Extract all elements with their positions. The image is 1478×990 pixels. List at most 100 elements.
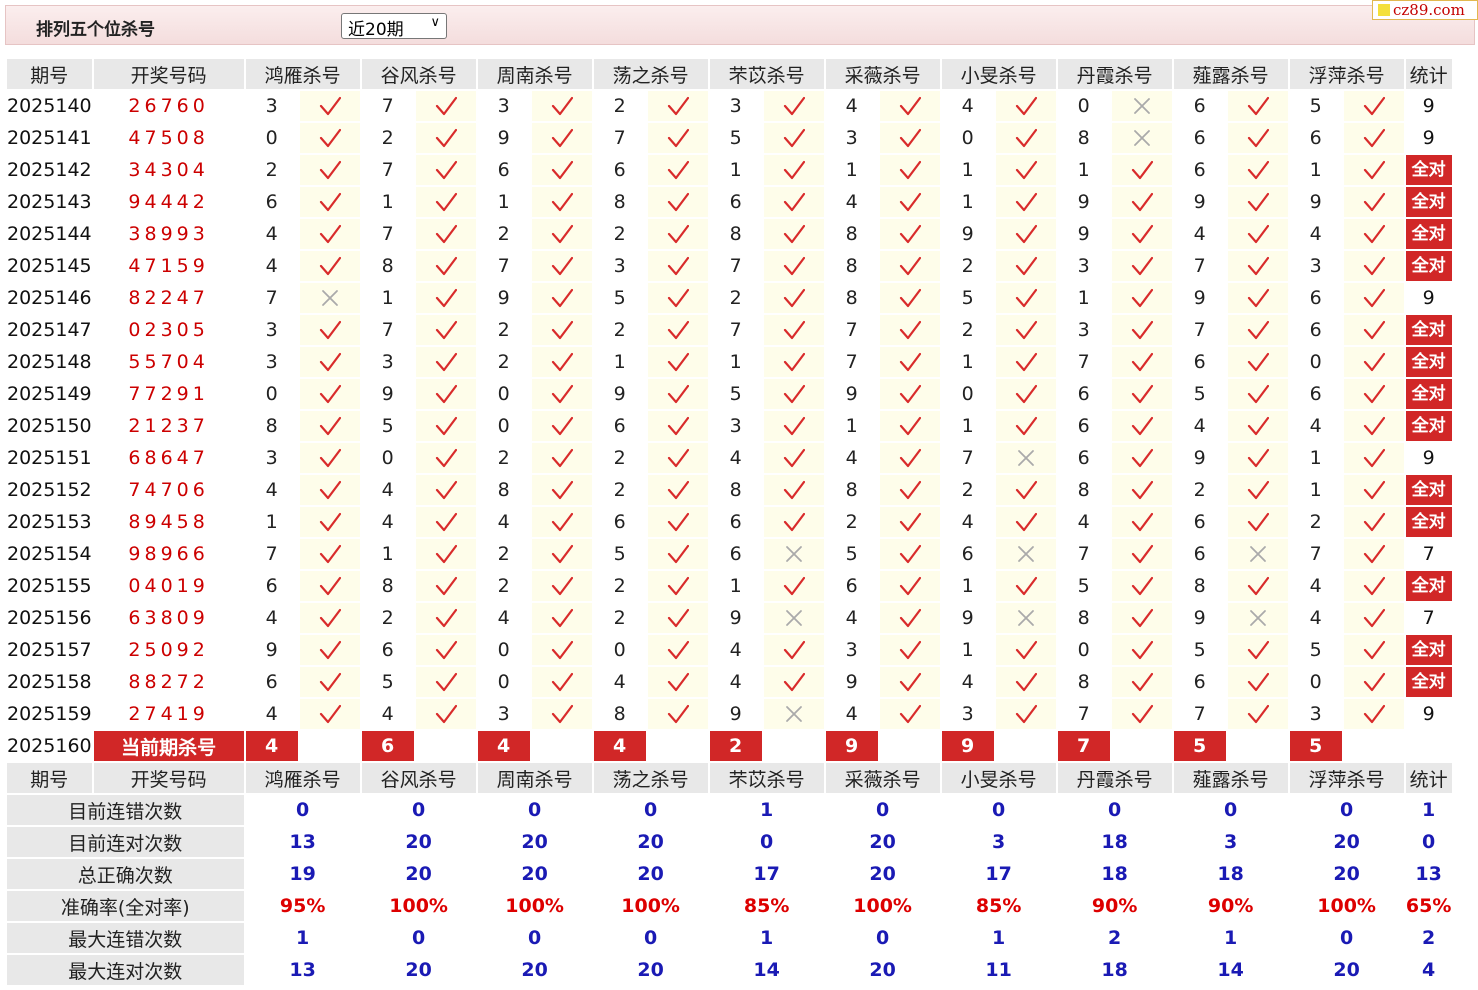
summary-value: 20 — [521, 863, 548, 885]
period-cell: 2025150 — [7, 411, 92, 441]
result-mark-cell — [1343, 635, 1404, 665]
result-mark-cell — [879, 475, 940, 505]
kill-number-cell: 4 — [1289, 571, 1342, 601]
period-range-select[interactable]: 近20期 ∨ — [341, 13, 447, 40]
table-row: 2025154 98966 7 1 2 5 6 5 6 7 6 7 7 — [7, 539, 1452, 569]
kill-number-cell: 6 — [593, 155, 646, 185]
kill-number-cell: 0 — [1057, 91, 1110, 121]
check-icon — [783, 641, 805, 660]
check-icon — [1015, 353, 1037, 372]
kill-number-cell: 2 — [825, 507, 878, 537]
kill-number-cell: 8 — [825, 251, 878, 281]
result-mark-cell — [531, 379, 592, 409]
period-cell: 2025157 — [7, 635, 92, 665]
kill-number-cell: 9 — [941, 603, 994, 633]
kill-number-cell: 4 — [245, 603, 298, 633]
check-icon — [783, 353, 805, 372]
draw-number-cell: 63809 — [128, 607, 209, 629]
kill-number-cell: 1 — [477, 187, 530, 217]
kill-number-cell: 4 — [245, 219, 298, 249]
current-kill-number: 5 — [1289, 731, 1342, 761]
table-row: 2025140 26760 3 7 3 2 3 4 4 0 6 5 9 — [7, 91, 1452, 121]
kill-number-cell: 5 — [1289, 635, 1342, 665]
col-header-expert: 采薇杀号 — [825, 59, 940, 89]
check-icon — [1363, 481, 1385, 500]
result-mark-cell — [763, 251, 824, 281]
result-mark-cell — [531, 507, 592, 537]
draw-number-cell: 68647 — [128, 447, 209, 469]
check-icon — [551, 257, 573, 276]
result-mark-cell — [647, 219, 708, 249]
result-mark-cell — [647, 571, 708, 601]
logo-square-icon — [1378, 4, 1390, 16]
check-icon — [783, 129, 805, 148]
all-correct-badge: 全对 — [1405, 571, 1452, 601]
kill-number-cell: 8 — [825, 475, 878, 505]
current-kill-number: 4 — [593, 731, 646, 761]
result-mark-cell — [299, 603, 360, 633]
kill-number-cell: 6 — [1057, 443, 1110, 473]
kill-number-cell: 2 — [477, 315, 530, 345]
summary-stat-value: 2 — [1422, 927, 1436, 949]
site-logo[interactable]: cz89.com — [1372, 0, 1478, 20]
check-icon — [551, 193, 573, 212]
summary-row: 目前连对次数 13 20 20 20 0 20 3 18 3 20 0 — [7, 827, 1452, 857]
stat-cell: 全对 — [1405, 219, 1452, 249]
check-icon — [1131, 609, 1153, 628]
kill-number-cell: 4 — [941, 507, 994, 537]
stat-cell: 全对 — [1405, 315, 1452, 345]
result-mark-cell — [531, 571, 592, 601]
kill-number-cell: 5 — [593, 539, 646, 569]
summary-value: 18 — [1101, 959, 1128, 981]
result-mark-cell — [299, 91, 360, 121]
check-icon — [319, 225, 341, 244]
kill-number-cell: 8 — [477, 475, 530, 505]
check-icon — [899, 289, 921, 308]
result-mark-cell — [995, 667, 1056, 697]
summary-value: 20 — [1333, 863, 1360, 885]
check-icon — [1015, 97, 1037, 116]
all-correct-badge: 全对 — [1405, 667, 1452, 697]
check-icon — [551, 673, 573, 692]
check-icon — [1363, 705, 1385, 724]
result-mark-cell — [879, 187, 940, 217]
cross-icon — [1133, 130, 1150, 147]
kill-number-cell: 4 — [593, 667, 646, 697]
check-icon — [551, 161, 573, 180]
result-mark-cell — [1343, 379, 1404, 409]
check-icon — [1363, 289, 1385, 308]
period-cell: 2025156 — [7, 603, 92, 633]
all-correct-badge: 全对 — [1405, 347, 1452, 377]
all-correct-badge: 全对 — [1405, 315, 1452, 345]
result-mark-cell — [1343, 283, 1404, 313]
result-mark-cell — [1227, 91, 1288, 121]
kill-number-cell: 1 — [1289, 443, 1342, 473]
kill-number-cell: 6 — [1173, 91, 1226, 121]
result-mark-cell — [1227, 347, 1288, 377]
result-mark-cell — [879, 155, 940, 185]
period-cell: 2025152 — [7, 475, 92, 505]
check-icon — [667, 609, 689, 628]
result-mark-cell — [1111, 635, 1172, 665]
summary-value: 3 — [992, 831, 1006, 853]
result-mark-cell — [1227, 379, 1288, 409]
kill-number-cell: 2 — [477, 219, 530, 249]
kill-number-cell: 8 — [593, 699, 646, 729]
summary-value: 100% — [505, 895, 564, 917]
kill-number-cell: 8 — [593, 187, 646, 217]
kill-number-cell: 6 — [1057, 379, 1110, 409]
kill-number-cell: 6 — [1057, 411, 1110, 441]
check-icon — [783, 161, 805, 180]
result-mark-cell — [647, 507, 708, 537]
period-cell: 2025159 — [7, 699, 92, 729]
summary-value: 0 — [1340, 799, 1354, 821]
summary-value: 0 — [876, 799, 890, 821]
check-icon — [435, 289, 457, 308]
stat-cell: 全对 — [1405, 251, 1452, 281]
table-row: 2025148 55704 3 3 2 1 1 7 1 7 6 0 全对 — [7, 347, 1452, 377]
result-mark-cell — [1111, 699, 1172, 729]
kill-number-cell: 6 — [709, 187, 762, 217]
kill-number-cell: 0 — [941, 123, 994, 153]
result-mark-cell — [531, 251, 592, 281]
check-icon — [899, 705, 921, 724]
